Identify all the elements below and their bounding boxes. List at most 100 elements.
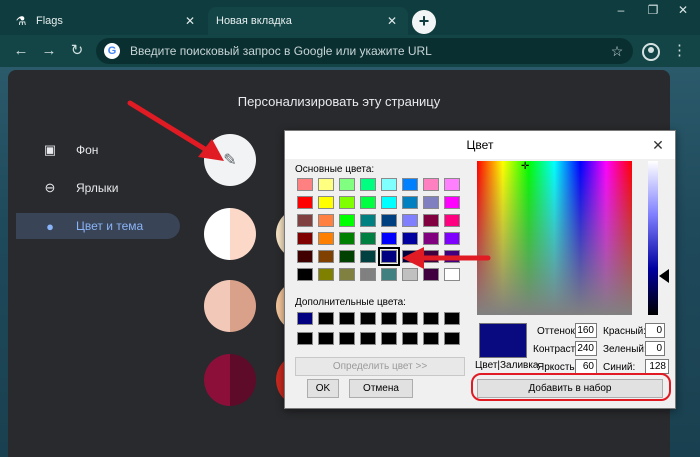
custom-color-swatch[interactable]: [339, 312, 355, 325]
basic-color-swatch[interactable]: [318, 214, 334, 227]
annotation-arrow-picker: [127, 100, 224, 161]
blue-field[interactable]: 128: [645, 359, 669, 374]
ok-button[interactable]: OK: [307, 379, 339, 398]
green-field[interactable]: 0: [645, 341, 665, 356]
basic-color-swatch[interactable]: [402, 214, 418, 227]
luminance-arrow-icon[interactable]: [659, 269, 669, 283]
saturation-label: Контраст:: [533, 344, 578, 355]
close-icon[interactable]: ✕: [384, 13, 400, 29]
basic-color-swatch[interactable]: [444, 214, 460, 227]
custom-color-swatch[interactable]: [297, 312, 313, 325]
basic-color-swatch[interactable]: [339, 268, 355, 281]
basic-color-swatch[interactable]: [378, 247, 400, 266]
basic-color-swatch[interactable]: [423, 214, 439, 227]
custom-color-swatch[interactable]: [444, 332, 460, 345]
basic-color-swatch[interactable]: [339, 250, 355, 263]
address-input[interactable]: [130, 44, 607, 58]
luminance-field[interactable]: 60: [575, 359, 597, 374]
custom-color-swatch[interactable]: [360, 332, 376, 345]
basic-color-swatch[interactable]: [381, 232, 397, 245]
basic-color-swatch[interactable]: [423, 178, 439, 191]
custom-color-swatch[interactable]: [297, 332, 313, 345]
back-icon[interactable]: ←: [12, 42, 30, 60]
tab-new-tab[interactable]: Новая вкладка ✕: [208, 7, 408, 35]
basic-color-swatch[interactable]: [402, 178, 418, 191]
blue-label: Синий:: [603, 362, 636, 373]
custom-color-swatch[interactable]: [360, 312, 376, 325]
close-window-icon[interactable]: ✕: [668, 0, 698, 22]
theme-swatch[interactable]: [204, 208, 256, 260]
basic-color-swatch[interactable]: [297, 268, 313, 281]
basic-color-swatch[interactable]: [381, 178, 397, 191]
saturation-field[interactable]: 240: [575, 341, 597, 356]
basic-color-swatch[interactable]: [360, 214, 376, 227]
custom-color-swatch[interactable]: [402, 332, 418, 345]
basic-color-swatch[interactable]: [444, 196, 460, 209]
dialog-title: Цвет: [466, 138, 494, 152]
minimize-icon[interactable]: –: [606, 0, 636, 22]
google-icon: G: [104, 43, 120, 59]
color-spectrum[interactable]: [477, 161, 632, 315]
theme-swatch[interactable]: [204, 354, 256, 406]
custom-color-swatch[interactable]: [339, 332, 355, 345]
custom-color-swatch[interactable]: [318, 332, 334, 345]
basic-color-swatch[interactable]: [318, 232, 334, 245]
basic-color-swatch[interactable]: [318, 178, 334, 191]
basic-color-swatch[interactable]: [297, 196, 313, 209]
red-field[interactable]: 0: [645, 323, 665, 338]
basic-color-swatch[interactable]: [444, 178, 460, 191]
basic-color-swatch[interactable]: [381, 214, 397, 227]
maximize-icon[interactable]: ❐: [638, 0, 668, 22]
basic-color-swatch[interactable]: [381, 268, 397, 281]
tab-flags[interactable]: ⚗ Flags ✕: [6, 7, 206, 35]
profile-icon[interactable]: [642, 43, 660, 61]
basic-color-swatch[interactable]: [339, 232, 355, 245]
define-color-button[interactable]: Определить цвет >>: [295, 357, 465, 376]
custom-color-swatch[interactable]: [423, 332, 439, 345]
basic-color-swatch[interactable]: [423, 196, 439, 209]
sidebar-item-color-theme[interactable]: ● Цвет и тема: [16, 213, 180, 239]
basic-color-swatch[interactable]: [339, 196, 355, 209]
cancel-button[interactable]: Отмена: [349, 379, 413, 398]
flask-icon: ⚗: [15, 14, 27, 28]
custom-color-swatch[interactable]: [381, 332, 397, 345]
theme-swatch[interactable]: [204, 280, 256, 332]
swatch-right: [230, 208, 256, 260]
menu-icon[interactable]: ⋮: [672, 42, 687, 60]
basic-color-swatch[interactable]: [297, 250, 313, 263]
star-icon[interactable]: ☆: [607, 43, 627, 60]
close-icon[interactable]: ✕: [182, 13, 198, 29]
new-tab-button[interactable]: +: [412, 10, 436, 34]
custom-color-swatch[interactable]: [423, 312, 439, 325]
basic-color-swatch[interactable]: [297, 214, 313, 227]
custom-color-swatch[interactable]: [402, 312, 418, 325]
sidebar-item-label: Фон: [76, 143, 99, 157]
sidebar-item-shortcuts[interactable]: ⊖ Ярлыки: [16, 175, 180, 201]
basic-color-swatch[interactable]: [339, 214, 355, 227]
basic-color-swatch[interactable]: [381, 196, 397, 209]
basic-color-swatch[interactable]: [360, 232, 376, 245]
custom-color-swatch[interactable]: [318, 312, 334, 325]
basic-color-swatch[interactable]: [297, 232, 313, 245]
basic-color-swatch[interactable]: [402, 196, 418, 209]
forward-icon[interactable]: →: [40, 42, 58, 60]
omnibox[interactable]: G ☆: [96, 38, 633, 64]
basic-color-swatch[interactable]: [318, 250, 334, 263]
preview-label: Цвет|Заливка: [475, 360, 539, 371]
custom-color-swatch[interactable]: [381, 312, 397, 325]
hue-field[interactable]: 160: [575, 323, 597, 338]
luminance-slider[interactable]: [648, 161, 658, 315]
basic-color-swatch[interactable]: [360, 268, 376, 281]
basic-color-swatch[interactable]: [318, 268, 334, 281]
basic-color-swatch[interactable]: [360, 196, 376, 209]
close-icon[interactable]: ✕: [649, 136, 667, 154]
basic-color-swatch[interactable]: [318, 196, 334, 209]
basic-color-swatch[interactable]: [339, 178, 355, 191]
basic-color-swatch[interactable]: [297, 178, 313, 191]
basic-color-swatch[interactable]: [360, 178, 376, 191]
basic-color-swatch[interactable]: [360, 250, 376, 263]
swatch-right: [230, 354, 256, 406]
custom-color-swatch[interactable]: [444, 312, 460, 325]
green-label: Зеленый:: [603, 344, 647, 355]
reload-icon[interactable]: ↻: [68, 42, 86, 60]
